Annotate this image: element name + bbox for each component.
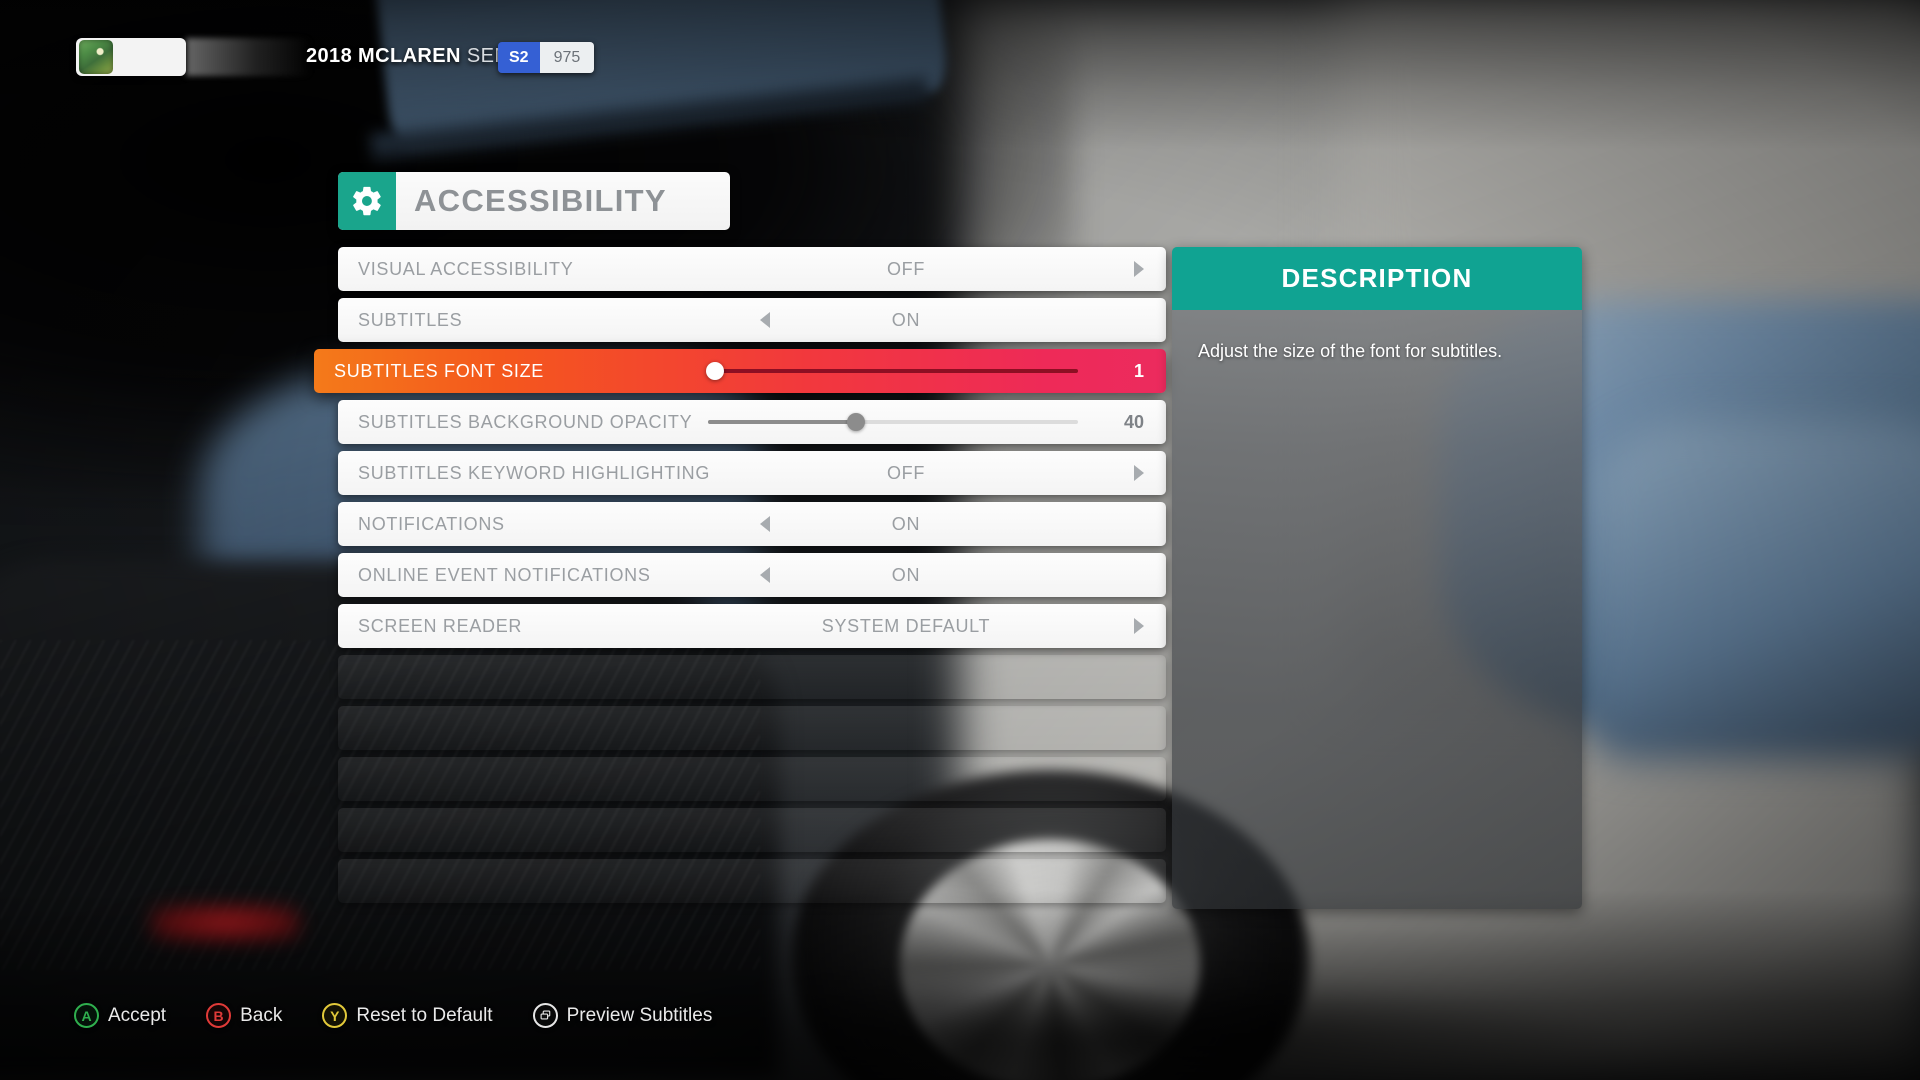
legend-button-preview-subtitles[interactable]: Preview Subtitles: [532, 1003, 713, 1028]
button-legend: A Accept B Back Y Reset to Default Preview Sub…: [74, 1003, 752, 1028]
settings-row-label: ONLINE EVENT NOTIFICATIONS: [358, 564, 651, 585]
settings-row-value-wrap: SYSTEM DEFAULT: [708, 604, 1104, 648]
description-title: DESCRIPTION: [1281, 263, 1473, 293]
slider-track[interactable]: [706, 362, 1078, 380]
settings-row-value: ON: [891, 309, 921, 330]
settings-row-placeholder: [338, 859, 1166, 903]
description-text: Adjust the size of the font for subtitle…: [1198, 341, 1503, 361]
settings-row-visual-accessibility[interactable]: VISUAL ACCESSIBILITY OFF: [338, 247, 1166, 291]
settings-slider[interactable]: [706, 349, 1078, 393]
settings-menu: ACCESSIBILITY VISUAL ACCESSIBILITY OFF SUB…: [0, 0, 1920, 1080]
legend-button-label: Reset to Default: [356, 1004, 493, 1026]
description-header: DESCRIPTION: [1172, 247, 1582, 310]
settings-row-value: 1: [1133, 360, 1144, 381]
settings-row-notifications[interactable]: NOTIFICATIONS ON: [338, 502, 1166, 546]
chevron-right-icon[interactable]: [1134, 465, 1144, 481]
settings-slider[interactable]: [708, 400, 1078, 444]
settings-row-value-wrap: ON: [708, 502, 1104, 546]
settings-row-list: VISUAL ACCESSIBILITY OFF SUBTITLES ON SUBTIT…: [314, 247, 1166, 910]
settings-row-label: SUBTITLES: [358, 309, 463, 330]
settings-row-placeholder: [338, 757, 1166, 801]
menu-header: ACCESSIBILITY: [338, 172, 730, 230]
settings-row-online-event-notifications[interactable]: ONLINE EVENT NOTIFICATIONS ON: [338, 553, 1166, 597]
slider-fill: [708, 420, 856, 424]
settings-row-placeholder: [338, 706, 1166, 750]
xbox-view-button-icon[interactable]: [532, 1003, 558, 1028]
chevron-right-icon[interactable]: [1134, 261, 1144, 277]
settings-row-value: SYSTEM DEFAULT: [821, 615, 991, 636]
settings-row-subtitles[interactable]: SUBTITLES ON: [338, 298, 1166, 342]
description-panel: DESCRIPTION Adjust the size of the font …: [1172, 247, 1582, 909]
slider-track[interactable]: [708, 413, 1078, 431]
slider-knob[interactable]: [706, 362, 725, 380]
settings-row-label: SUBTITLES BACKGROUND OPACITY: [358, 411, 693, 432]
legend-button-back[interactable]: B Back: [206, 1003, 282, 1028]
slider-knob[interactable]: [847, 413, 865, 431]
legend-button-reset-to-default[interactable]: Y Reset to Default: [322, 1003, 493, 1028]
settings-row-subtitles-background-opacity[interactable]: SUBTITLES BACKGROUND OPACITY 40: [338, 400, 1166, 444]
xbox-b-button-icon[interactable]: B: [206, 1003, 232, 1028]
settings-row-placeholder: [338, 655, 1166, 699]
settings-row-screen-reader[interactable]: SCREEN READER SYSTEM DEFAULT: [338, 604, 1166, 648]
settings-row-label: VISUAL ACCESSIBILITY: [358, 258, 574, 279]
settings-row-value-wrap: ON: [708, 298, 1104, 342]
settings-row-label: NOTIFICATIONS: [358, 513, 505, 534]
xbox-a-button-icon[interactable]: A: [74, 1003, 99, 1028]
legend-button-label: Accept: [108, 1004, 167, 1026]
settings-row-label: SUBTITLES KEYWORD HIGHLIGHTING: [358, 462, 711, 483]
settings-row-value: OFF: [886, 462, 926, 483]
settings-row-value-wrap: ON: [708, 553, 1104, 597]
legend-button-label: Preview Subtitles: [566, 1004, 713, 1026]
settings-row-value-wrap: OFF: [708, 451, 1104, 495]
xbox-y-button-icon[interactable]: Y: [322, 1003, 348, 1028]
chevron-right-icon[interactable]: [1134, 618, 1144, 634]
settings-row-value: ON: [891, 564, 921, 585]
settings-row-value: OFF: [886, 258, 926, 279]
gear-icon: [338, 172, 396, 230]
legend-button-accept[interactable]: A Accept: [74, 1003, 166, 1028]
settings-row-label: SCREEN READER: [358, 615, 523, 636]
settings-row-placeholder: [338, 808, 1166, 852]
page-title: ACCESSIBILITY: [414, 183, 667, 218]
settings-row-subtitles-font-size[interactable]: SUBTITLES FONT SIZE 1: [314, 349, 1166, 393]
settings-row-subtitles-keyword-highlighting[interactable]: SUBTITLES KEYWORD HIGHLIGHTING OFF: [338, 451, 1166, 495]
settings-row-value-wrap: OFF: [708, 247, 1104, 291]
settings-row-label: SUBTITLES FONT SIZE: [334, 360, 544, 381]
settings-row-value: ON: [891, 513, 921, 534]
settings-row-value: 40: [1123, 411, 1144, 432]
legend-button-label: Back: [240, 1004, 283, 1026]
